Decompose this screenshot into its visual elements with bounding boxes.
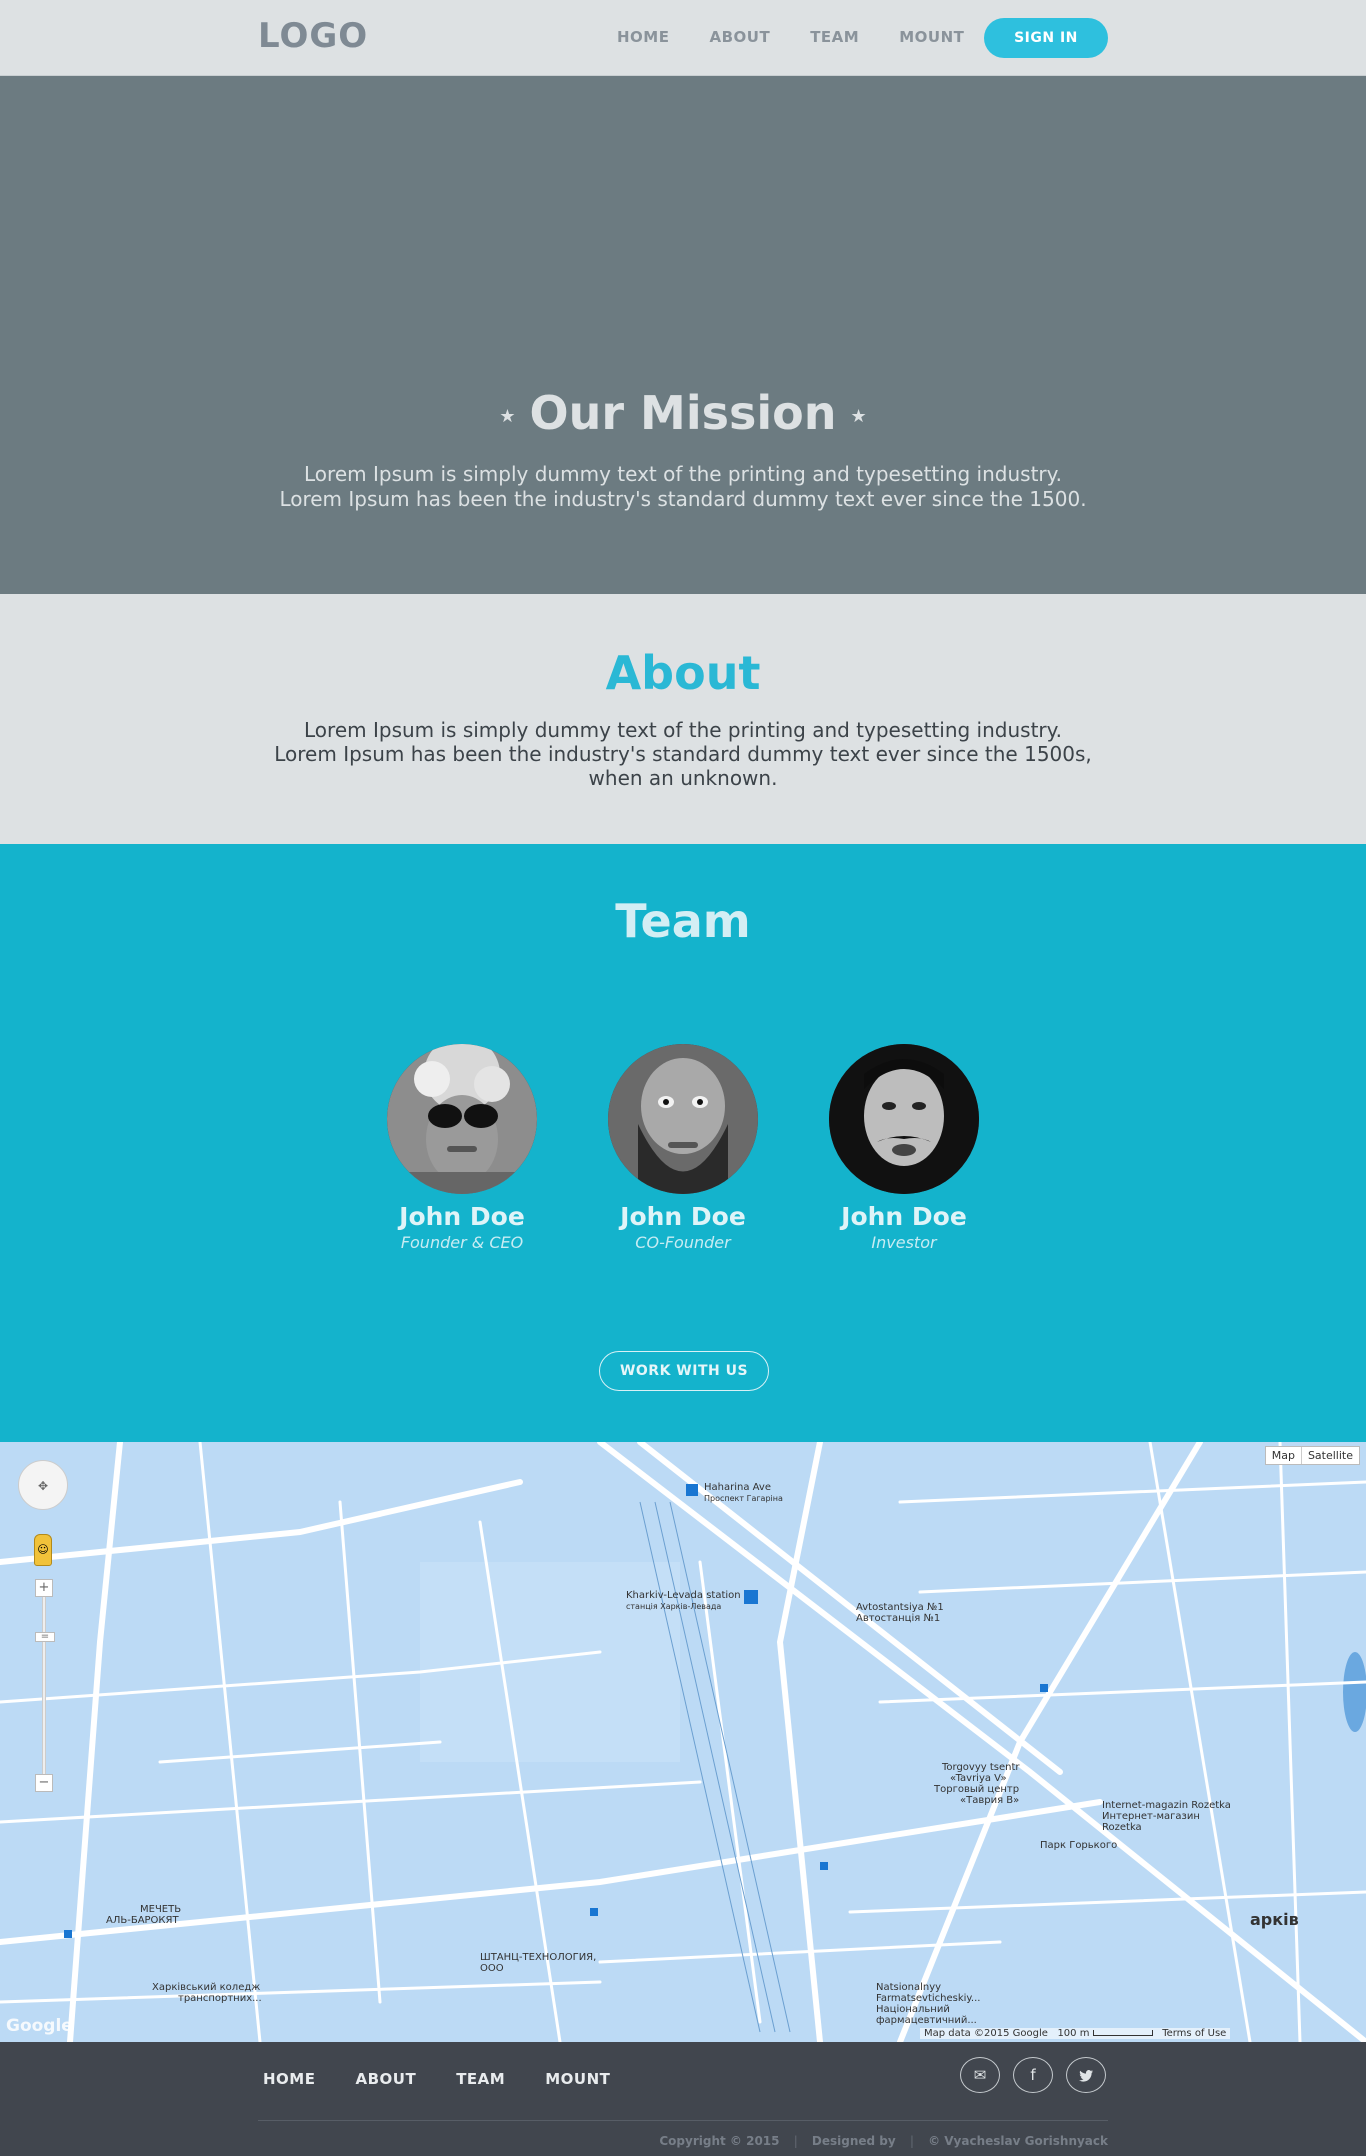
map-label[interactable]: Интернет-магазин [1102, 1811, 1200, 1822]
mail-icon[interactable]: ✉ [960, 2057, 1000, 2093]
zoom-handle-icon[interactable]: = [35, 1632, 55, 1642]
map-label[interactable]: Internet-magazin Rozetka [1102, 1800, 1231, 1811]
about-text-line: when an unknown. [588, 766, 778, 790]
map-label[interactable]: Торговый центр [934, 1784, 1019, 1795]
team-title: Team [615, 894, 751, 948]
team-member-card: John Doe CO-Founder [593, 1044, 773, 1252]
map-label[interactable]: транспортних... [178, 1993, 262, 2004]
about-title: About [605, 646, 761, 700]
pegman-icon[interactable]: ☺ [34, 1534, 52, 1566]
zoom-slider[interactable] [42, 1580, 46, 1780]
map-type-satellite[interactable]: Satellite [1300, 1447, 1359, 1464]
nav-home[interactable]: HOME [617, 28, 669, 46]
mission-text-line: Lorem Ipsum has been the industry's stan… [279, 487, 1087, 511]
star-icon: ★ [850, 406, 867, 427]
map-label[interactable]: «Таврия В» [960, 1795, 1019, 1806]
zoom-out-icon[interactable]: − [35, 1774, 53, 1792]
team-section: Team John Doe Founder & CEO John Doe CO-… [0, 844, 1366, 1442]
map-label[interactable]: Natsionalnyy [876, 1982, 941, 1993]
map-data-text: Map data ©2015 Google [924, 2028, 1048, 2039]
map-scale-bar [1092, 2030, 1153, 2036]
map-label[interactable]: Автостанція №1 [856, 1613, 940, 1624]
map-label[interactable]: арків [1250, 1912, 1299, 1928]
map-embed[interactable]: Haharina Ave Проспект Гагаріна Kharkiv-L… [0, 1442, 1366, 2042]
separator: | [793, 2134, 798, 2148]
work-with-us-button[interactable]: WORK WITH US [599, 1351, 769, 1391]
member-name: John Doe [399, 1202, 525, 1231]
social-links: ✉ f [960, 2057, 1106, 2093]
map-streets [0, 1442, 1366, 2042]
map-label[interactable]: фармацевтичний... [876, 2015, 977, 2026]
map-label[interactable]: Kharkiv-Levada station [626, 1590, 741, 1601]
zoom-in-icon[interactable]: + [35, 1579, 53, 1597]
map-label[interactable]: Farmatsevticheskiy... [876, 1993, 980, 2004]
site-header: LOGO HOME ABOUT TEAM MOUNT SIGN IN [0, 0, 1366, 76]
about-text: Lorem Ipsum is simply dummy text of the … [0, 718, 1366, 790]
google-logo: Google [6, 2016, 73, 2036]
footer-divider [258, 2120, 1108, 2121]
avatar [387, 1044, 537, 1194]
footer-nav-home[interactable]: HOME [263, 2070, 315, 2088]
designed-by-text: Designed by [811, 2134, 896, 2148]
mission-heading: ★ Our Mission ★ [0, 386, 1366, 440]
map-label[interactable]: Rozetka [1102, 1822, 1142, 1833]
about-text-line: Lorem Ipsum is simply dummy text of the … [304, 718, 1062, 742]
map-label[interactable]: Avtostantsiya №1 [856, 1602, 944, 1613]
logo[interactable]: LOGO [258, 16, 368, 56]
map-label[interactable]: Проспект Гагаріна [704, 1493, 783, 1504]
member-name: John Doe [620, 1202, 746, 1231]
nav-team[interactable]: TEAM [810, 28, 859, 46]
footer-nav-about[interactable]: ABOUT [355, 2070, 416, 2088]
nav-mount[interactable]: MOUNT [899, 28, 964, 46]
mission-title: Our Mission [529, 386, 837, 440]
map-label[interactable]: станція Харків-Левада [626, 1601, 721, 1612]
map-attribution: Map data ©2015 Google 100 m Terms of Use [920, 2028, 1231, 2039]
member-name: John Doe [841, 1202, 967, 1231]
map-terms-link[interactable]: Terms of Use [1162, 2028, 1226, 2039]
map-label[interactable]: АЛЬ-БАРОКЯТ [106, 1915, 179, 1926]
map-label[interactable]: Haharina Ave [704, 1482, 771, 1493]
mission-text-line: Lorem Ipsum is simply dummy text of the … [304, 462, 1062, 486]
sign-in-button[interactable]: SIGN IN [984, 18, 1108, 58]
map-label[interactable]: ООО [480, 1963, 504, 1974]
footer-nav-team[interactable]: TEAM [456, 2070, 505, 2088]
copyright-text: Copyright © 2015 [659, 2134, 780, 2148]
avatar [608, 1044, 758, 1194]
map-label[interactable]: Парк Горького [1040, 1840, 1117, 1851]
nav-about[interactable]: ABOUT [709, 28, 770, 46]
avatar [829, 1044, 979, 1194]
team-member-card: John Doe Founder & CEO [372, 1044, 552, 1252]
facebook-icon[interactable]: f [1013, 2057, 1053, 2093]
site-footer: HOME ABOUT TEAM MOUNT ✉ f Copyright © 20… [0, 2042, 1366, 2156]
map-scale: 100 m [1057, 2028, 1090, 2039]
mission-section: ★ Our Mission ★ Lorem Ipsum is simply dumm… [0, 76, 1366, 594]
about-section: About Lorem Ipsum is simply dummy text o… [0, 594, 1366, 844]
map-type-control: Map Satellite [1264, 1446, 1360, 1465]
map-label[interactable]: «Tavriya V» [950, 1773, 1007, 1784]
map-label[interactable]: Torgovyy tsentr [942, 1762, 1020, 1773]
map-type-map[interactable]: Map [1266, 1447, 1301, 1464]
twitter-icon[interactable] [1066, 2057, 1106, 2093]
separator: | [909, 2134, 915, 2148]
author-text[interactable]: © Vyacheslav Gorishnyack [928, 2134, 1108, 2148]
map-label[interactable]: МЕЧЕТЬ [140, 1904, 181, 1915]
mission-text: Lorem Ipsum is simply dummy text of the … [0, 462, 1366, 512]
footer-nav: HOME ABOUT TEAM MOUNT [263, 2070, 650, 2088]
member-role: Investor [871, 1233, 937, 1252]
team-member-card: John Doe Investor [814, 1044, 994, 1252]
star-icon: ★ [499, 406, 516, 427]
map-label[interactable]: ШТАНЦ-ТЕХНОЛОГИЯ, [480, 1952, 596, 1963]
about-text-line: Lorem Ipsum has been the industry's stan… [274, 742, 1092, 766]
footer-credits: Copyright © 2015 | Designed by | © Vyachesla… [0, 2134, 1108, 2148]
map-label[interactable]: Національний [876, 2004, 950, 2015]
footer-nav-mount[interactable]: MOUNT [545, 2070, 610, 2088]
map-label[interactable]: Харківський коледж [152, 1982, 260, 1993]
member-role: CO-Founder [635, 1233, 731, 1252]
main-nav: HOME ABOUT TEAM MOUNT [617, 28, 1004, 46]
pan-control-icon[interactable]: ✥ [18, 1460, 68, 1510]
member-role: Founder & CEO [400, 1233, 524, 1252]
